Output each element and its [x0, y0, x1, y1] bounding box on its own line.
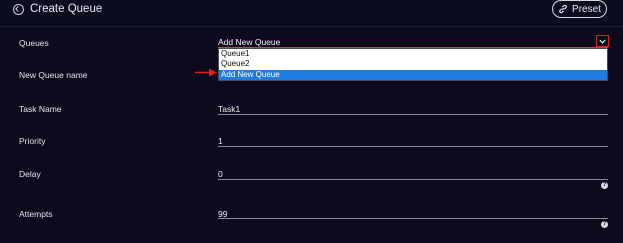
task-name-underline — [218, 114, 608, 115]
attempts-underline — [218, 218, 608, 219]
delay-underline — [218, 179, 608, 180]
preset-button[interactable]: Preset — [552, 0, 607, 18]
back-circle-icon[interactable] — [13, 4, 24, 15]
attempts-help-icon[interactable]: ? — [601, 221, 608, 228]
dropdown-option-selected[interactable]: Add New Queue — [219, 69, 607, 80]
task-name-input[interactable]: Task1 — [218, 104, 240, 114]
attempts-label: Attempts — [19, 209, 53, 219]
queues-dropdown-list: Queue1 Queue2 Add New Queue — [218, 48, 608, 81]
delay-input[interactable]: 0 — [218, 169, 223, 179]
link-icon — [559, 4, 567, 14]
queues-label: Queues — [19, 38, 49, 48]
queues-dropdown-toggle[interactable] — [596, 35, 609, 47]
delay-label: Delay — [19, 169, 41, 179]
dropdown-option[interactable]: Queue2 — [219, 59, 607, 70]
page-title: Create Queue — [30, 3, 103, 15]
chevron-down-icon — [599, 39, 606, 44]
queue-form: Queues Add New Queue New Queue name Task… — [7, 27, 616, 243]
task-name-label: Task Name — [19, 104, 62, 114]
preset-label: Preset — [572, 3, 601, 15]
create-queue-page: Create Queue Preset Queues Add New Queue… — [0, 0, 623, 243]
queues-select[interactable]: Add New Queue — [218, 37, 280, 47]
priority-underline — [218, 146, 608, 147]
red-arrow-icon — [195, 68, 217, 77]
priority-input[interactable]: 1 — [218, 136, 223, 146]
dropdown-option[interactable]: Queue1 — [219, 49, 607, 60]
header-bar: Create Queue Preset — [0, 0, 623, 26]
new-queue-name-label: New Queue name — [19, 70, 88, 80]
delay-help-icon[interactable]: ? — [601, 182, 608, 189]
priority-label: Priority — [19, 136, 46, 146]
